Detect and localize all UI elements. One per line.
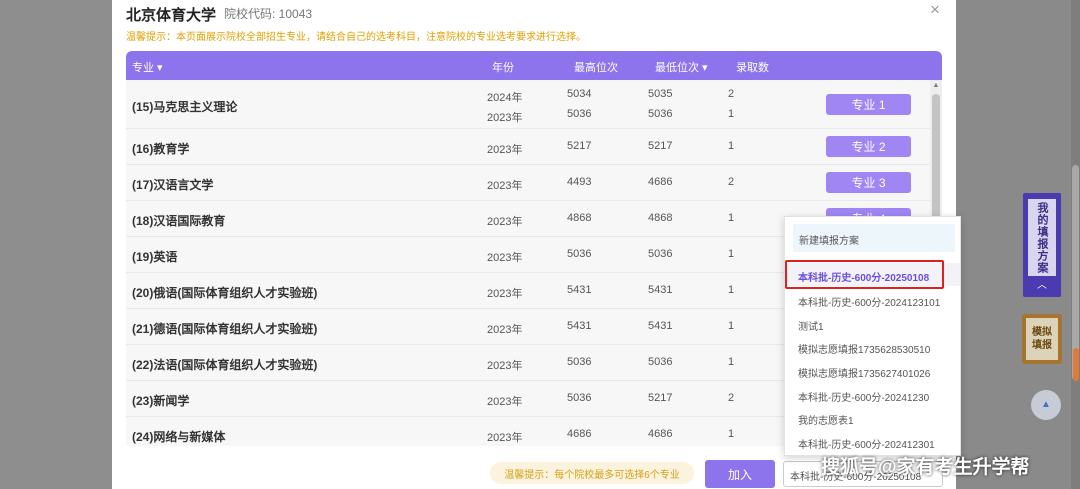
lowest-rank-cell: 5431 — [648, 284, 673, 296]
major-name: (17)汉语言文学 — [132, 178, 214, 192]
back-to-top-icon[interactable]: ▲ — [1031, 390, 1061, 420]
count-cell: 1 — [728, 320, 735, 332]
simulate-fill-label-line1: 模拟 — [1032, 327, 1052, 338]
header-lowest-rank-sort[interactable]: 最低位次 ▾ — [655, 59, 708, 75]
major-name: (23)新闻学 — [132, 394, 190, 408]
my-plan-label: 我的填报方案 — [1036, 201, 1048, 274]
count-cell: 1 — [728, 212, 735, 224]
lowest-rank-cell: 4686 — [648, 428, 673, 440]
year-cell: 2023年 — [487, 252, 523, 264]
table-header: 专业 ▾ 年份 最高位次 最低位次 ▾ 录取数 — [126, 51, 942, 80]
count-cell: 1 — [728, 140, 735, 152]
footer-tip: 温馨提示：每个院校最多可选择6个专业 — [490, 462, 694, 484]
scroll-up-arrow-icon[interactable]: ▲ — [932, 82, 940, 90]
major-name: (15)马克思主义理论 — [132, 100, 238, 114]
count-cell: 2 — [728, 176, 735, 188]
year-cell: 2023年 — [487, 112, 523, 124]
header-admission-count: 录取数 — [736, 62, 769, 74]
count-cell: 2 — [728, 88, 735, 100]
close-icon[interactable]: × — [928, 1, 942, 19]
highest-rank-cell: 5431 — [567, 320, 592, 332]
count-cell: 1 — [728, 356, 735, 368]
selected-option-highlight — [785, 260, 944, 289]
notice-text: 温馨提示：本页面展示院校全部招生专业，请结合自己的选考科目，注意院校的专业选考要… — [126, 32, 586, 43]
table-row: (15)马克思主义理论 2024年 5034 5035 2 2023年 5036… — [126, 80, 930, 129]
table-row: (17)汉语言文学 2023年 4493 4686 2 专业 3 — [126, 165, 930, 201]
simulate-fill-label-line2: 填报 — [1032, 340, 1052, 351]
lowest-rank-cell: 5217 — [648, 392, 673, 404]
page-backdrop — [956, 0, 1080, 489]
highest-rank-cell: 5036 — [567, 108, 592, 120]
school-code: 院校代码: 10043 — [224, 7, 313, 21]
count-cell: 1 — [728, 284, 735, 296]
my-plan-label-box: 我的填报方案 — [1028, 199, 1056, 276]
year-cell: 2023年 — [487, 216, 523, 228]
year-cell: 2023年 — [487, 180, 523, 192]
year-cell: 2023年 — [487, 396, 523, 408]
highest-rank-cell: 5036 — [567, 248, 592, 260]
year-cell: 2023年 — [487, 144, 523, 156]
year-cell: 2023年 — [487, 324, 523, 336]
highest-rank-cell: 5431 — [567, 284, 592, 296]
highest-rank-cell: 5036 — [567, 356, 592, 368]
count-cell: 2 — [728, 392, 735, 404]
plan-option[interactable]: 模拟志愿填报1735627401026 — [785, 359, 960, 382]
simulate-fill-label-box: 模拟 填报 — [1026, 318, 1058, 360]
header-year: 年份 — [492, 62, 514, 74]
lowest-rank-cell: 5217 — [648, 140, 673, 152]
major-slot-button[interactable]: 专业 3 — [826, 172, 911, 193]
lowest-rank-cell: 5035 — [648, 88, 673, 100]
count-cell: 1 — [728, 108, 735, 120]
major-slot-button[interactable]: 专业 2 — [826, 136, 911, 157]
plan-option[interactable]: 模拟志愿填报1735628530510 — [785, 335, 960, 358]
highest-rank-cell: 5034 — [567, 88, 592, 100]
major-name: (19)英语 — [132, 250, 178, 264]
add-button[interactable]: 加入 — [705, 460, 775, 488]
major-name: (21)德语(国际体育组织人才实验班) — [132, 322, 318, 336]
highest-rank-cell: 5217 — [567, 140, 592, 152]
header-major-sort[interactable]: 专业 ▾ — [132, 59, 163, 75]
plan-option[interactable]: 测试1 — [785, 312, 960, 335]
highest-rank-cell: 4686 — [567, 428, 592, 440]
highest-rank-cell: 4493 — [567, 176, 592, 188]
page-scroll-marker — [1073, 348, 1079, 381]
year-cell: 2024年 — [487, 92, 523, 104]
school-name: 北京体育大学 — [126, 7, 217, 24]
lowest-rank-cell: 5036 — [648, 248, 673, 260]
simulate-fill-button[interactable]: 模拟 填报 — [1022, 314, 1062, 364]
count-cell: 1 — [728, 428, 735, 440]
lowest-rank-cell: 5431 — [648, 320, 673, 332]
header-highest-rank: 最高位次 — [574, 62, 618, 74]
major-slot-button[interactable]: 专业 1 — [826, 94, 911, 115]
year-cell: 2023年 — [487, 288, 523, 300]
plan-option[interactable]: 我的志愿表1 — [785, 406, 960, 429]
count-cell: 1 — [728, 248, 735, 260]
new-plan-option[interactable]: 新建填报方案 — [793, 224, 955, 252]
major-name: (16)教育学 — [132, 142, 190, 156]
plan-option[interactable]: 本科批-历史-600分-2024123101 — [785, 288, 960, 311]
table-row: (16)教育学 2023年 5217 5217 1 专业 2 — [126, 129, 930, 165]
highest-rank-cell: 5036 — [567, 392, 592, 404]
year-cell: 2023年 — [487, 432, 523, 444]
lowest-rank-cell: 4868 — [648, 212, 673, 224]
page-scrollbar[interactable] — [1071, 0, 1080, 489]
year-cell: 2023年 — [487, 360, 523, 372]
highest-rank-cell: 4868 — [567, 212, 592, 224]
lowest-rank-cell: 4686 — [648, 176, 673, 188]
plan-option[interactable]: 本科批-历史-600分-202412301 — [785, 430, 960, 453]
lowest-rank-cell: 5036 — [648, 108, 673, 120]
major-name: (24)网络与新媒体 — [132, 430, 226, 444]
major-name: (22)法语(国际体育组织人才实验班) — [132, 358, 318, 372]
plan-option[interactable]: 本科批-历史-600分-20241230 — [785, 383, 960, 406]
watermark: 搜狐号@家有考生升学帮 — [821, 457, 1030, 478]
plan-dropdown: 新建填报方案 本科批-历史-600分-20250108 本科批-历史-600分-… — [784, 216, 961, 456]
my-plan-side-button[interactable]: 我的填报方案 ︿ — [1023, 193, 1061, 297]
major-name: (20)俄语(国际体育组织人才实验班) — [132, 286, 318, 300]
chevron-up-icon: ︿ — [1037, 280, 1047, 291]
major-name: (18)汉语国际教育 — [132, 214, 226, 228]
lowest-rank-cell: 5036 — [648, 356, 673, 368]
